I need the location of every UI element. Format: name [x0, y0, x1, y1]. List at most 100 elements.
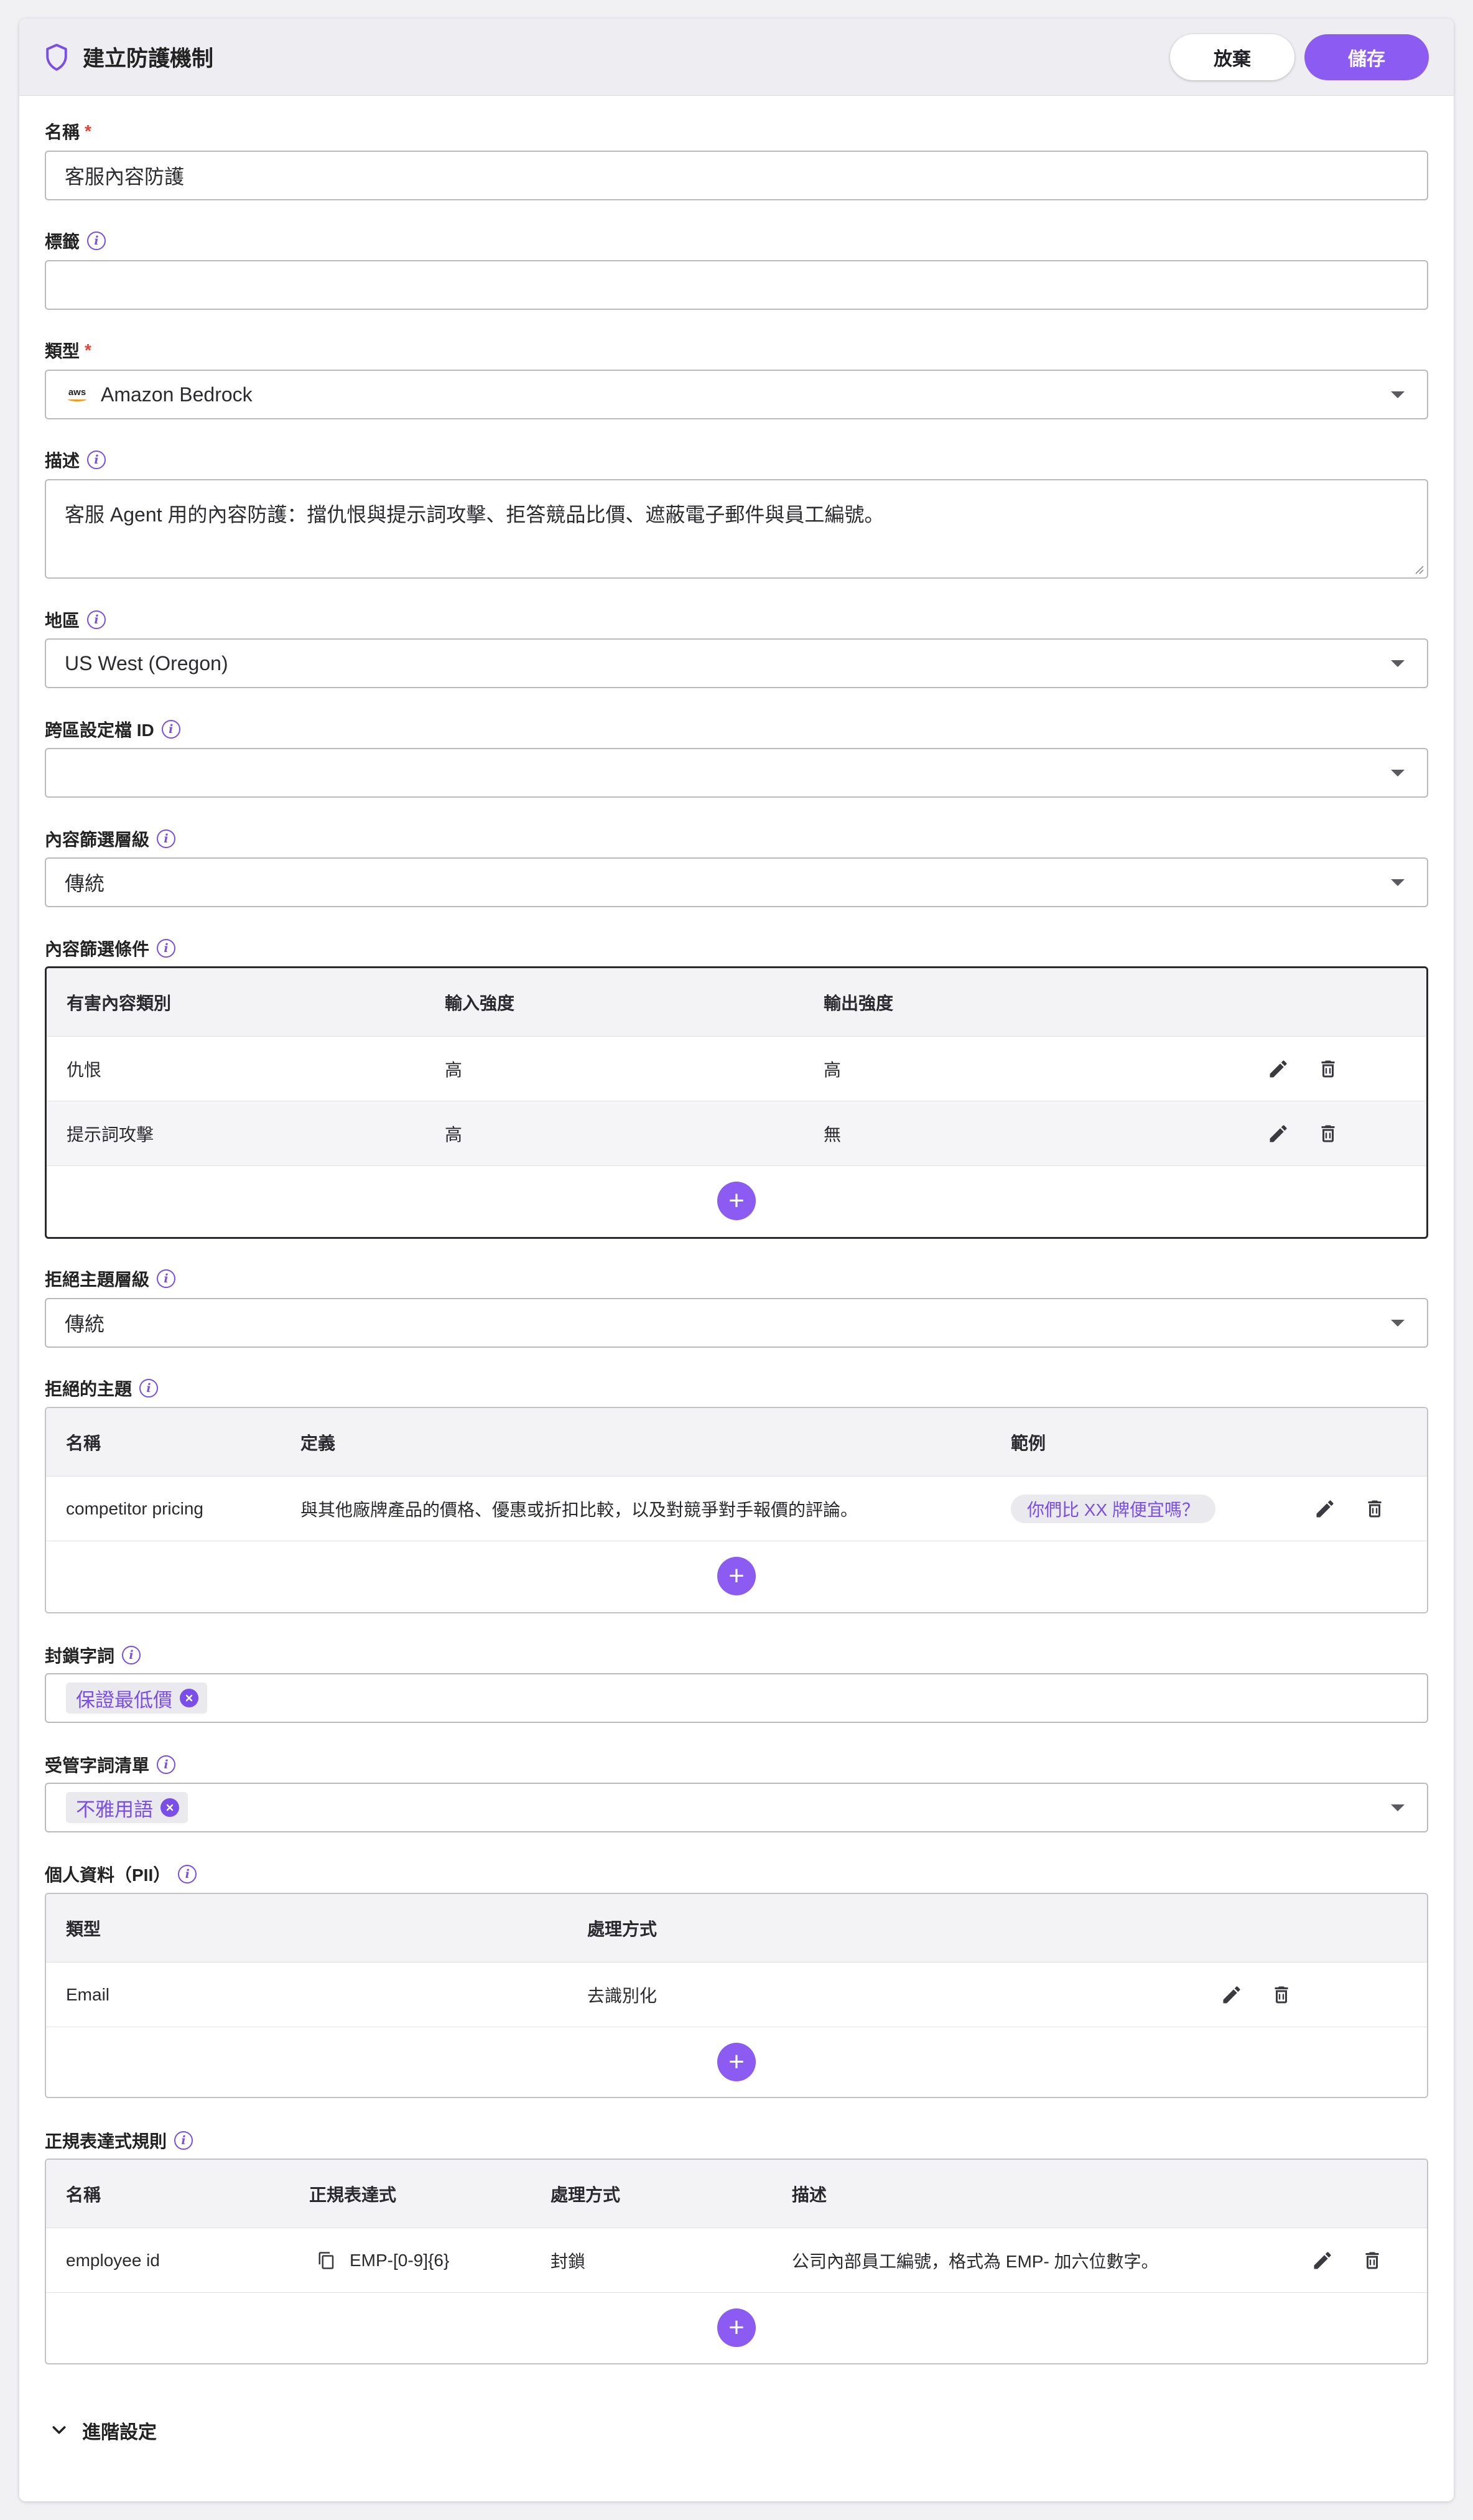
chevron-down-icon: [1391, 770, 1405, 777]
required-mark: *: [85, 121, 91, 141]
add-icon[interactable]: +: [717, 1557, 756, 1595]
table-row: 提示詞攻擊 高 無: [47, 1101, 1426, 1166]
resize-handle-icon[interactable]: [1413, 564, 1424, 575]
column-header: 名稱: [66, 2185, 101, 2205]
table-row: 仇恨 高 高: [47, 1037, 1426, 1101]
column-header: 類型: [66, 1919, 101, 1939]
advanced-settings-toggle[interactable]: 進階設定: [50, 2417, 157, 2444]
column-header: 範例: [1011, 1433, 1046, 1453]
managed-word-list-tag-text: 不雅用語: [76, 1798, 153, 1821]
save-button[interactable]: 儲存: [1304, 34, 1429, 80]
column-header: 名稱: [66, 1433, 101, 1453]
table-header: 有害內容類別 輸入強度 輸出強度: [47, 968, 1426, 1037]
info-icon[interactable]: i: [157, 939, 176, 958]
table-row: competitor pricing 與其他廠牌產品的價格、優惠或折扣比較，以及…: [46, 1477, 1427, 1541]
column-header: 正規表達式: [309, 2185, 397, 2205]
pii-label: 個人資料（PII） i: [45, 1862, 197, 1887]
info-icon[interactable]: i: [87, 231, 106, 250]
managed-word-lists-label: 受管字詞清單 i: [45, 1752, 176, 1777]
table-header: 類型 處理方式: [46, 1894, 1427, 1962]
delete-icon[interactable]: [1364, 1498, 1386, 1520]
delete-icon[interactable]: [1270, 1984, 1293, 2006]
column-header: 有害內容類別: [67, 993, 172, 1013]
add-icon[interactable]: +: [717, 2043, 756, 2081]
pii-action: 去識別化: [587, 1986, 658, 2005]
name-label-text: 名稱: [45, 123, 80, 142]
required-mark: *: [85, 340, 91, 360]
edit-icon[interactable]: [1267, 1122, 1289, 1145]
pii-type: Email: [66, 1984, 110, 2004]
content-filter-tier-select[interactable]: 傳統: [45, 857, 1428, 907]
form-header: 建立防護機制 放棄 儲存: [19, 19, 1454, 96]
cross-region-label-text: 跨區設定檔 ID: [45, 721, 154, 740]
remove-tag-icon[interactable]: [180, 1689, 198, 1707]
type-label: 類型 *: [45, 338, 91, 363]
column-header: 定義: [300, 1433, 336, 1453]
chevron-down-icon: [1391, 879, 1405, 886]
region-select[interactable]: US West (Oregon): [45, 638, 1428, 688]
info-icon[interactable]: i: [174, 2131, 193, 2150]
add-row: +: [46, 2293, 1427, 2363]
name-input[interactable]: 客服內容防護: [45, 151, 1428, 200]
regex-rules-label: 正規表達式規則 i: [45, 2128, 193, 2153]
info-icon[interactable]: i: [161, 720, 180, 739]
info-icon[interactable]: i: [157, 1269, 176, 1288]
remove-tag-icon[interactable]: [160, 1798, 179, 1817]
denied-topics-table: 名稱 定義 範例 competitor pricing 與其他廠牌產品的價格、優…: [45, 1407, 1428, 1613]
type-select[interactable]: aws Amazon Bedrock: [45, 370, 1428, 419]
tags-input[interactable]: [45, 260, 1428, 310]
info-icon[interactable]: i: [87, 610, 106, 629]
region-label-text: 地區: [45, 611, 80, 630]
description-textarea[interactable]: 客服 Agent 用的內容防護：擋仇恨與提示詞攻擊、拒答競品比價、遮蔽電子郵件與…: [45, 479, 1428, 579]
add-row: +: [46, 1541, 1427, 1611]
add-icon[interactable]: +: [717, 1182, 756, 1220]
chevron-down-icon: [1391, 1320, 1405, 1327]
regex-pattern-cell: EMP-[0-9]{6}: [317, 2228, 449, 2292]
column-header: 處理方式: [551, 2185, 621, 2205]
managed-word-lists-select[interactable]: 不雅用語: [45, 1783, 1428, 1832]
edit-icon[interactable]: [1311, 2249, 1334, 2272]
info-icon[interactable]: i: [122, 1646, 141, 1664]
advanced-settings-label: 進階設定: [82, 2422, 157, 2443]
region-select-value: US West (Oregon): [65, 651, 228, 674]
topic-definition: 與其他廠牌產品的價格、優惠或折扣比較，以及對競爭對手報價的評論。: [300, 1500, 858, 1519]
description-label-text: 描述: [45, 451, 80, 470]
page-title: 建立防護機制: [83, 47, 214, 71]
denied-topic-tier-select[interactable]: 傳統: [45, 1298, 1428, 1348]
regex-rules-label-text: 正規表達式規則: [45, 2132, 167, 2151]
delete-icon[interactable]: [1361, 2249, 1383, 2272]
table-row: employee id EMP-[0-9]{6} 封鎖 公司內部員工編號，格式為…: [46, 2228, 1427, 2293]
copy-icon[interactable]: [317, 2251, 336, 2270]
edit-icon[interactable]: [1267, 1058, 1289, 1080]
blocked-words-input[interactable]: 保證最低價: [45, 1673, 1428, 1723]
discard-button[interactable]: 放棄: [1170, 34, 1294, 80]
name-label: 名稱 *: [45, 119, 91, 144]
add-icon[interactable]: +: [717, 2308, 756, 2347]
aws-logo: aws: [65, 385, 90, 404]
info-icon[interactable]: i: [178, 1865, 197, 1883]
filter-category: 提示詞攻擊: [67, 1124, 154, 1144]
edit-icon[interactable]: [1314, 1498, 1336, 1520]
chevron-down-icon: [1391, 391, 1405, 398]
cross-region-label: 跨區設定檔 ID i: [45, 717, 180, 742]
header-actions: 放棄 儲存: [1170, 34, 1429, 80]
info-icon[interactable]: i: [139, 1379, 159, 1398]
regex-name: employee id: [66, 2250, 160, 2270]
blocked-word-tag: 保證最低價: [66, 1682, 207, 1714]
denied-topic-tier-value: 傳統: [65, 1313, 105, 1335]
edit-icon[interactable]: [1220, 1984, 1243, 2006]
info-icon[interactable]: i: [157, 1755, 176, 1774]
delete-icon[interactable]: [1317, 1122, 1339, 1145]
type-select-value: Amazon Bedrock: [101, 383, 253, 406]
filter-input-strength: 高: [445, 1124, 463, 1144]
info-icon[interactable]: i: [87, 450, 106, 469]
cross-region-select[interactable]: [45, 748, 1428, 798]
info-icon[interactable]: i: [157, 829, 176, 848]
delete-icon[interactable]: [1317, 1058, 1339, 1080]
regex-rules-table: 名稱 正規表達式 處理方式 描述 employee id EMP-[0-9]{6…: [45, 2158, 1428, 2364]
column-header: 處理方式: [587, 1919, 658, 1939]
topic-name: competitor pricing: [66, 1498, 203, 1518]
tags-label: 標籤 i: [45, 228, 106, 253]
denied-topic-tier-label-text: 拒絕主題層級: [45, 1270, 150, 1289]
content-filters-table: 有害內容類別 輸入強度 輸出強度 仇恨 高 高 提示詞攻擊 高 無 +: [45, 966, 1428, 1239]
